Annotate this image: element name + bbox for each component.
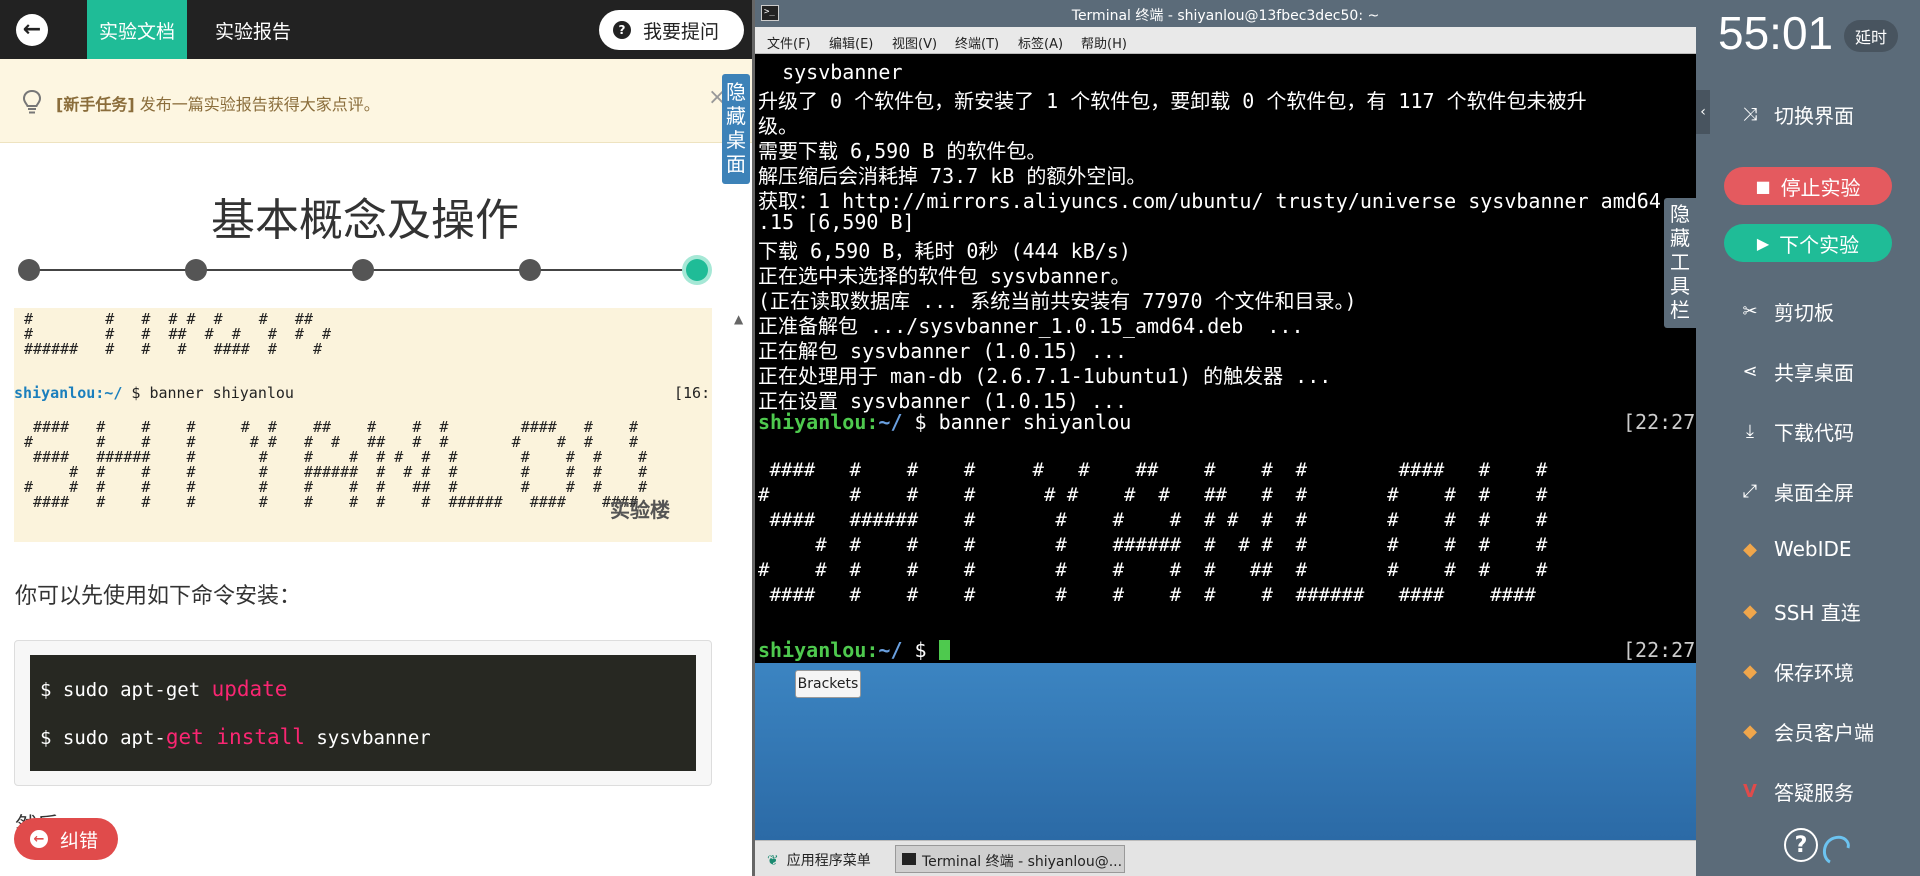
prompt-time: [16:: [674, 384, 711, 402]
terminal-line: 升级了 0 个软件包，新安装了 1 个软件包，要卸载 0 个软件包，有 117 …: [758, 89, 1587, 113]
notice-tag: [新手任务]: [56, 95, 135, 114]
arrow-left-circle-icon: ←: [30, 830, 48, 848]
menu-edit[interactable]: 编辑(E): [829, 33, 873, 52]
help-icon[interactable]: ?: [1784, 828, 1818, 862]
terminal-banner-art: #### # # # # # ## # # # #### # # # # # #…: [758, 459, 1548, 606]
terminal-prompt: shiyanlou:~/ $: [758, 638, 950, 662]
ask-question-label: 我要提问: [643, 20, 720, 43]
tab-lab-report[interactable]: 实验报告: [215, 17, 291, 44]
arrow-left-icon: ←: [22, 17, 42, 42]
page-title: 基本概念及操作: [211, 195, 519, 246]
hide-toolbar-button[interactable]: 隐藏工具栏: [1664, 198, 1696, 328]
site-logo-watermark: [1823, 835, 1850, 864]
applications-menu[interactable]: ❦ 应用程序菜单: [767, 850, 871, 870]
screenshot-image: # # # # # # # ## # # # ## # # # # # ####…: [14, 308, 712, 542]
shiyanlou-watermark: 实验楼: [610, 498, 670, 522]
terminal-cursor: [938, 640, 950, 660]
terminal-icon: [902, 853, 916, 865]
step-dot-3[interactable]: [352, 259, 374, 281]
terminal-prompt: shiyanlou:~/ $ banner shiyanlou: [758, 410, 1132, 434]
install-instruction: 你可以先使用如下命令安装：: [15, 584, 302, 609]
remote-desktop: Terminal 终端 - shiyanlou@13fbec3dec50: ~ …: [755, 0, 1696, 876]
next-lab-button[interactable]: ▶ 下个实验: [1724, 224, 1892, 262]
terminal-timestamp: [22:27:11]: [1623, 410, 1696, 434]
report-error-button[interactable]: ← 纠错: [14, 818, 118, 860]
menu-view[interactable]: 视图(V): [892, 33, 937, 52]
terminal-line: sysvbanner: [758, 60, 903, 84]
prompt-user: shiyanlou:~/: [14, 384, 123, 402]
extend-time-button[interactable]: 延时: [1844, 20, 1898, 52]
member-client-button[interactable]: ◆ 会员客户端: [1738, 717, 1874, 746]
terminal-title: Terminal 终端 - shiyanlou@13fbec3dec50: ~: [1071, 8, 1380, 24]
switch-interface-button[interactable]: ⤨ 切换界面: [1738, 100, 1854, 129]
countdown-timer: 55:01: [1718, 7, 1834, 59]
webide-button[interactable]: ◆ WebIDE: [1738, 537, 1851, 561]
fullscreen-button[interactable]: ⤢ 桌面全屏: [1738, 477, 1854, 506]
step-dot-5[interactable]: [686, 259, 708, 281]
terminal-titlebar[interactable]: Terminal 终端 - shiyanlou@13fbec3dec50: ~: [755, 0, 1696, 27]
menu-tabs[interactable]: 标签(A): [1018, 33, 1063, 52]
report-error-label: 纠错: [60, 829, 99, 852]
shuffle-icon: ⤨: [1742, 104, 1758, 125]
terminal-timestamp: [22:27:32]: [1623, 638, 1696, 662]
menu-file[interactable]: 文件(F): [767, 33, 811, 52]
gem-icon: ◆: [1743, 661, 1757, 682]
step-dot-2[interactable]: [185, 259, 207, 281]
hide-desktop-button[interactable]: 隐藏桌面: [722, 74, 750, 184]
code-line-2: $ sudo apt-get install sysvbanner: [40, 725, 431, 749]
prompt-cmd: $ banner shiyanlou: [122, 384, 294, 402]
banner-art-top: # # # # # # # ## # # # ## # # # # # ####…: [24, 310, 332, 358]
scissors-icon: ✂: [1742, 301, 1758, 322]
terminal-menubar: 文件(F) 编辑(E) 视图(V) 终端(T) 标签(A) 帮助(H): [755, 27, 1696, 54]
gem-icon: ◆: [1743, 721, 1757, 742]
brackets-desktop-icon[interactable]: Brackets: [795, 670, 861, 698]
code-block-wrapper: $ sudo apt-get update $ sudo apt-get ins…: [14, 640, 712, 786]
notice-text: 发布一篇实验报告获得大家点评。: [139, 95, 380, 114]
step-dot-1[interactable]: [18, 259, 40, 281]
stop-icon: ■: [1755, 176, 1771, 196]
chevron-left-icon[interactable]: ‹: [1696, 90, 1710, 134]
menu-terminal[interactable]: 终端(T): [955, 33, 999, 52]
share-desktop-button[interactable]: ⋖ 共享桌面: [1738, 357, 1854, 386]
menu-help[interactable]: 帮助(H): [1081, 33, 1127, 52]
back-button[interactable]: ←: [16, 14, 48, 46]
ssh-button[interactable]: ◆ SSH 直连: [1738, 597, 1861, 626]
xfce-leaf-icon: ❦: [767, 853, 779, 869]
desktop-background: [755, 660, 1696, 840]
code-block: $ sudo apt-get update $ sudo apt-get ins…: [30, 655, 696, 771]
question-icon: ?: [613, 21, 631, 39]
taskbar: ❦ 应用程序菜单 Terminal 终端 - shiyanlou@...: [755, 840, 1696, 876]
newbie-task-notice: [新手任务] 发布一篇实验报告获得大家点评。 ×: [0, 59, 752, 143]
terminal-line: .15 [6,590 B]: [758, 210, 915, 234]
doc-topbar: ← 实验文档 实验报告 ? 我要提问: [0, 0, 752, 70]
gem-icon: ◆: [1743, 538, 1757, 560]
step-dot-4[interactable]: [519, 259, 541, 281]
code-line-1: $ sudo apt-get update: [40, 677, 288, 701]
lightbulb-icon: [22, 89, 42, 114]
clipboard-button[interactable]: ✂ 剪切板: [1738, 297, 1834, 326]
scroll-up-arrow-icon[interactable]: ▲: [734, 312, 743, 326]
download-code-button[interactable]: ⤓ 下载代码: [1738, 417, 1854, 446]
vip-icon: V: [1743, 781, 1757, 802]
expand-icon: ⤢: [1742, 481, 1758, 502]
lab-doc-panel: ← 实验文档 实验报告 ? 我要提问 [新手任务] 发布一篇实验报告获得大家点评…: [0, 0, 752, 876]
gem-icon: ◆: [1743, 601, 1757, 622]
skip-next-icon: ▶: [1756, 233, 1770, 253]
lab-toolbar: 55:01 延时 ‹ ⤨ 切换界面 ■ 停止实验 ▶ 下个实验 ✂ 剪切板 ⋖ 共享桌面 …: [1696, 0, 1920, 876]
download-icon: ⤓: [1746, 421, 1754, 442]
share-icon: ⋖: [1742, 361, 1758, 382]
terminal-output[interactable]: sysvbanner 升级了 0 个软件包，新安装了 1 个软件包，要卸载 0 …: [755, 54, 1696, 663]
step-progress: [18, 255, 718, 285]
save-env-button[interactable]: ◆ 保存环境: [1738, 657, 1854, 686]
banner-art: #### # # # # # ## # # # #### # # # # # #…: [24, 418, 648, 511]
taskbar-terminal-task[interactable]: Terminal 终端 - shiyanlou@...: [895, 845, 1125, 873]
ask-question-button[interactable]: ? 我要提问: [599, 10, 744, 50]
qa-service-button[interactable]: V 答疑服务: [1738, 777, 1854, 806]
stop-lab-button[interactable]: ■ 停止实验: [1724, 167, 1892, 205]
